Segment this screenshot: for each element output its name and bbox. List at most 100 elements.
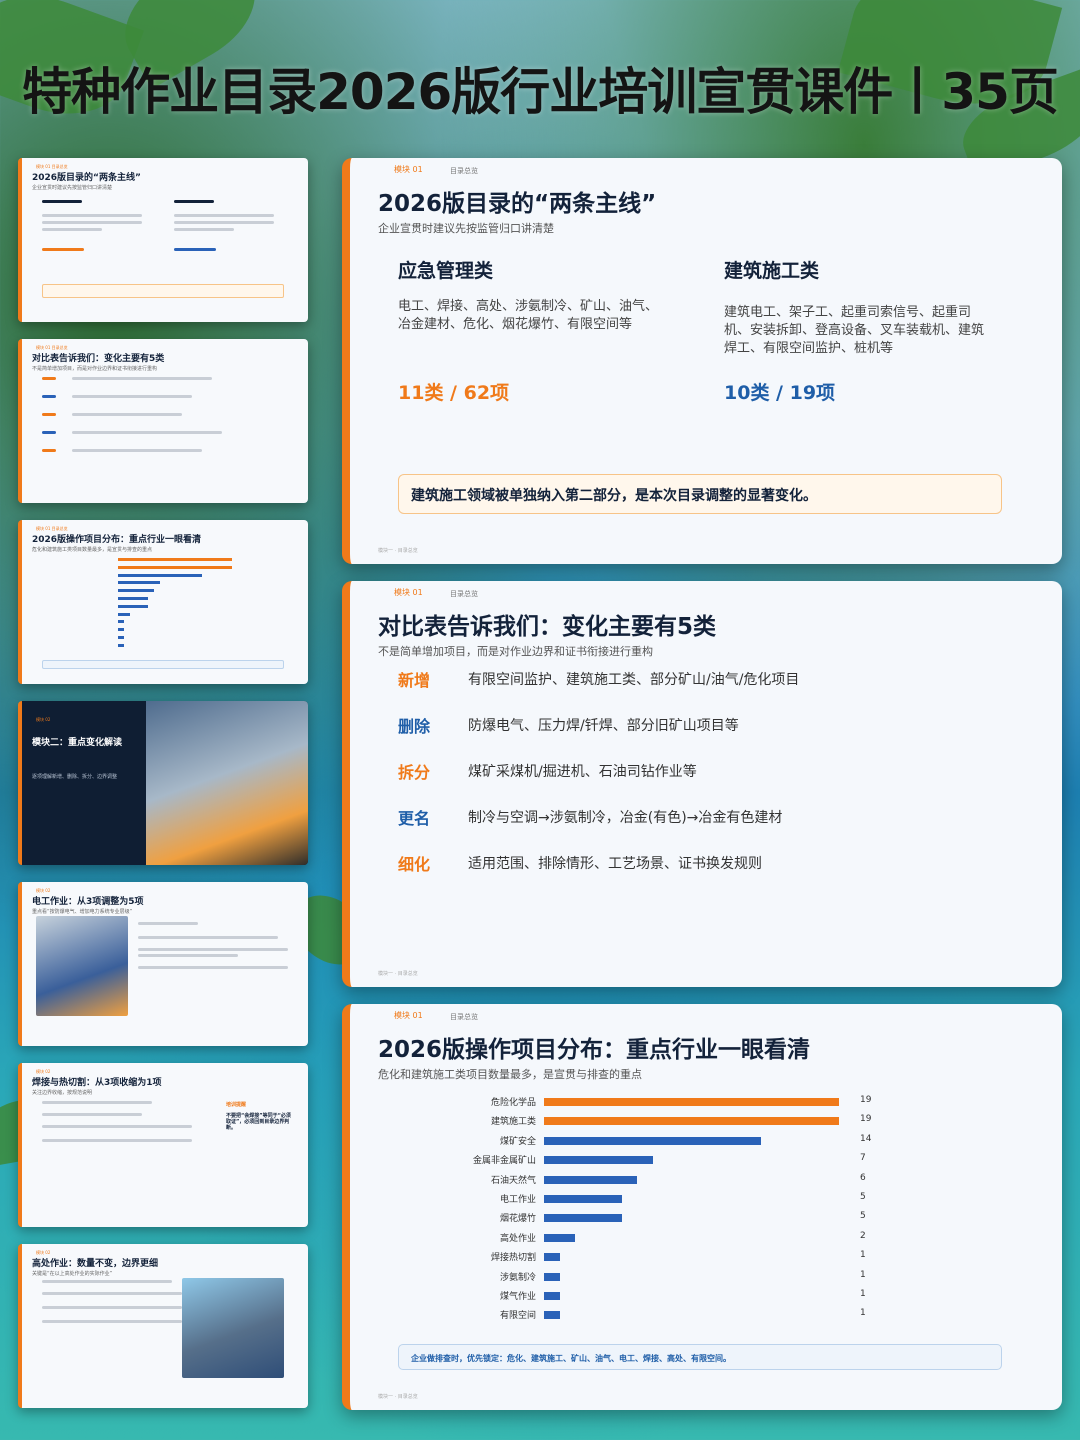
bar-value-label: 19 <box>860 1114 872 1125</box>
text-line <box>42 1101 152 1104</box>
bar-category-label: 危险化学品 <box>490 1098 536 1108</box>
thumbnail-title: 2026版操作项目分布：重点行业一眼看清 <box>32 535 202 545</box>
bar-value-label: 7 <box>860 1153 866 1164</box>
slide-footer: 模块一 · 目录总览 <box>378 971 418 977</box>
side-note-title: 培训提醒 <box>226 1102 247 1108</box>
text-line <box>138 922 198 925</box>
change-type-detail: 制冷与空调→涉氨制冷，冶金(有色)→冶金有色建材 <box>468 810 783 826</box>
bar <box>544 1272 560 1281</box>
slide-thumbnail[interactable]: 模块 02 模块二：重点变化解读 逐项理解新增、删除、拆分、边界调整 <box>18 701 308 865</box>
text-line <box>72 377 212 380</box>
slide-title: 2026版目录的“两条主线” <box>378 191 657 217</box>
mini-bar-chart <box>102 558 252 658</box>
text-line <box>42 1125 192 1128</box>
thumbnail-title: 高处作业：数量不变，边界更细 <box>32 1259 159 1269</box>
high-work-photo <box>182 1278 284 1378</box>
slide-thumbnail[interactable]: 模块 02 焊接与热切割：从3项收缩为1项 关注边界收缩，按规范说明 培训提醒 … <box>18 1063 308 1227</box>
thumbnail-title: 焊接与热切割：从3项收缩为1项 <box>32 1078 162 1088</box>
module-name: 目录总览 <box>450 590 478 598</box>
text-line <box>42 1292 182 1295</box>
text-line <box>72 449 202 452</box>
slide-thumbnail[interactable]: 模块 01 目录总览 2026版目录的“两条主线” 企业宣贯时建议先按监管归口讲… <box>18 158 308 322</box>
thumbnail-subtitle: 危化和建筑施工类项目数量最多，是宣贯与排查的重点 <box>32 547 153 553</box>
slide-thumbnail[interactable]: 模块 01 目录总览 2026版操作项目分布：重点行业一眼看清 危化和建筑施工类… <box>18 520 308 684</box>
bar-value-label: 2 <box>860 1230 866 1241</box>
bar-value-label: 5 <box>860 1192 866 1202</box>
mini-bar <box>118 643 124 647</box>
text-line <box>42 377 56 380</box>
change-type-detail: 适用范围、排除情形、工艺场景、证书换发规则 <box>468 856 762 872</box>
text-line <box>42 431 56 434</box>
slide-distribution[interactable]: 模块 01 目录总览 2026版操作项目分布：重点行业一眼看清 危化和建筑施工类… <box>342 1004 1062 1410</box>
text-line <box>42 1306 182 1309</box>
slide-subtitle: 不是简单增加项目，而是对作业边界和证书衔接进行重构 <box>378 645 653 658</box>
emergency-heading: 应急管理类 <box>398 260 494 282</box>
slide-footer: 模块一 · 目录总览 <box>378 548 418 554</box>
note-box <box>42 660 284 669</box>
text-line <box>72 395 192 398</box>
text-line <box>42 248 84 251</box>
bar-category-label: 煤矿安全 <box>499 1136 536 1147</box>
bar <box>544 1311 560 1320</box>
thumbnail-title: 2026版目录的“两条主线” <box>32 173 141 183</box>
change-type-label: 更名 <box>398 809 431 828</box>
text-line <box>42 221 142 224</box>
slide-main-lines[interactable]: 模块 01 目录总览 2026版目录的“两条主线” 企业宣贯时建议先按监管归口讲… <box>342 158 1062 564</box>
module-tag: 模块 01 <box>394 165 423 174</box>
bar <box>544 1098 839 1106</box>
bar-category-label: 烟花爆竹 <box>499 1214 536 1225</box>
bar-value-label: 1 <box>860 1269 866 1280</box>
bar-category-label: 电工作业 <box>499 1195 536 1205</box>
bar-category-label: 石油天然气 <box>490 1175 536 1186</box>
text-line <box>42 214 142 217</box>
text-line <box>72 431 222 434</box>
emergency-count: 11类 / 62项 <box>398 382 510 404</box>
slide-subtitle: 企业宣贯时建议先按监管归口讲清楚 <box>378 222 554 235</box>
bar <box>544 1233 575 1242</box>
bar <box>544 1253 560 1262</box>
bar-category-label: 金属非金属矿山 <box>472 1156 536 1167</box>
thumbnail-subtitle: 不是简单增加项目，而是对作业边界和证书衔接进行重构 <box>32 366 158 372</box>
mini-bar <box>118 620 124 624</box>
mini-bar <box>118 558 232 561</box>
side-note-text: 不要把“会焊接”等同于“必须取证”，必须回到目录边界判断。 <box>226 1113 291 1131</box>
change-type-detail: 防爆电气、压力焊/钎焊、部分旧矿山项目等 <box>468 718 739 734</box>
mini-bar <box>118 565 232 569</box>
slide-title: 对比表告诉我们：变化主要有5类 <box>378 614 717 640</box>
thumbnail-title: 模块二：重点变化解读 <box>32 738 123 748</box>
module-tag: 模块 02 <box>36 717 51 722</box>
text-line <box>42 449 56 452</box>
bar <box>544 1156 653 1165</box>
thumbnail-title: 对比表告诉我们：变化主要有5类 <box>32 354 165 364</box>
mini-bar <box>118 604 148 608</box>
slide-thumbnail[interactable]: 模块 02 高处作业：数量不变，边界更细 关键是“在以上高处作业的实际作业” <box>18 1244 308 1408</box>
change-type-label: 删除 <box>398 717 431 736</box>
key-change-note: 建筑施工领域被单独纳入第二部分，是本次目录调整的显著变化。 <box>398 474 1002 514</box>
distribution-bar-chart: 危险化学品 19 建筑施工类 19 煤矿安全 14 金属非金属矿山 7 石油天然气 6 电工作业 5 烟… <box>350 1004 1062 1344</box>
bar-category-label: 煤气作业 <box>499 1292 536 1302</box>
mini-bar <box>118 636 124 639</box>
construction-count: 10类 / 19项 <box>724 382 836 404</box>
text-line <box>42 200 82 203</box>
slide-thumbnail[interactable]: 模块 01 目录总览 对比表告诉我们：变化主要有5类 不是简单增加项目，而是对作… <box>18 339 308 503</box>
bar-value-label: 19 <box>860 1095 872 1105</box>
text-line <box>174 214 274 217</box>
slide-footer: 模块一 · 目录总览 <box>378 1394 418 1400</box>
slide-thumbnail[interactable]: 模块 02 电工作业：从3项调整为5项 重点看“按防爆电气、增加电力系统专业层级… <box>18 882 308 1046</box>
thumbnail-subtitle: 重点看“按防爆电气、增加电力系统专业层级” <box>32 909 133 915</box>
bar-value-label: 1 <box>860 1289 866 1299</box>
slide-five-changes[interactable]: 模块 01 目录总览 对比表告诉我们：变化主要有5类 不是简单增加项目，而是对作… <box>342 581 1062 987</box>
text-line <box>138 954 238 957</box>
bar <box>544 1292 560 1300</box>
construction-text: 建筑电工、架子工、起重司索信号、起重司机、安装拆卸、登高设备、叉车装载机、建筑焊… <box>724 305 985 356</box>
mini-bar <box>118 573 202 577</box>
emergency-text: 电工、焊接、高处、涉氨制冷、矿山、油气、冶金建材、危化、烟花爆竹、有限空间等 <box>398 299 659 332</box>
bar-value-label: 1 <box>860 1308 866 1319</box>
bar-value-label: 6 <box>860 1172 866 1183</box>
construction-heading: 建筑施工类 <box>724 260 820 282</box>
mini-bar <box>118 581 160 585</box>
bar-category-label: 高处作业 <box>499 1233 536 1244</box>
bar <box>544 1175 637 1184</box>
text-line <box>42 1320 182 1323</box>
change-type-label: 拆分 <box>398 763 431 782</box>
